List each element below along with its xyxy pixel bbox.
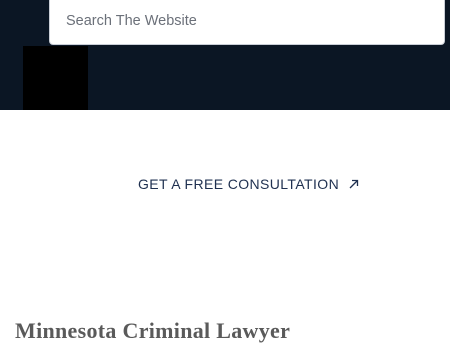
- search-input[interactable]: [50, 0, 444, 44]
- site-logo[interactable]: [23, 46, 88, 110]
- site-header: [0, 0, 450, 110]
- free-consultation-link[interactable]: GET A FREE CONSULTATION: [138, 176, 360, 192]
- page-title: Minnesota Criminal Lawyer: [15, 318, 291, 343]
- free-consultation-label: GET A FREE CONSULTATION: [138, 176, 340, 192]
- arrow-up-right-icon: [349, 179, 359, 189]
- search-box: [49, 0, 445, 45]
